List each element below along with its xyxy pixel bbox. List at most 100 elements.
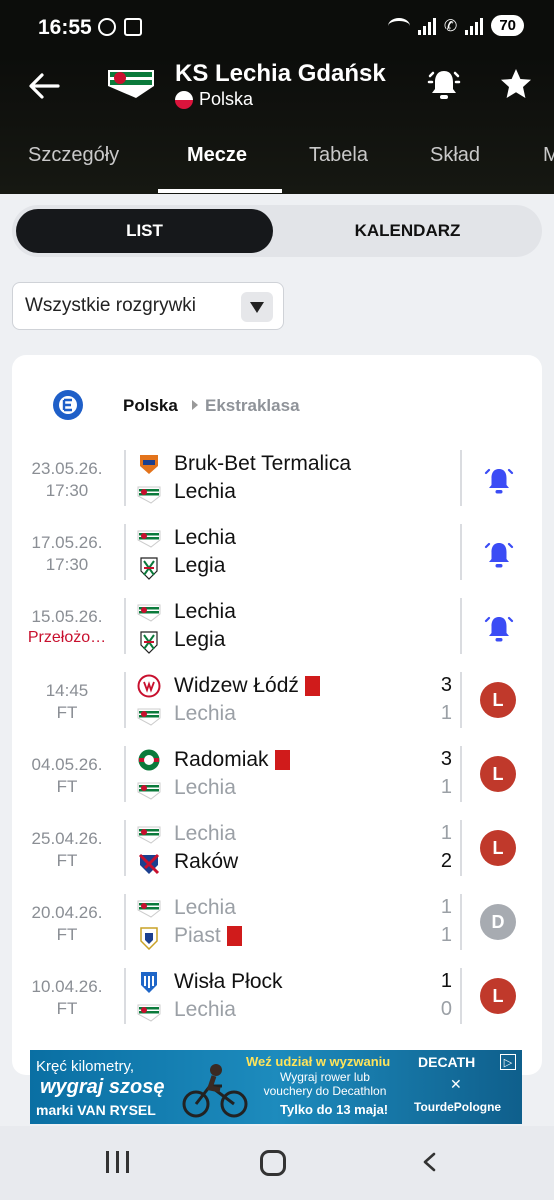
match-row[interactable]: 04.05.26. FT Radomiak Lechia 3 1 L [12,746,542,820]
divider [124,820,126,876]
red-card-icon [304,676,320,696]
recent-apps-icon[interactable] [106,1151,129,1173]
match-date: 23.05.26. [31,459,103,478]
match-date: 14:45 [45,681,89,700]
status-right: ✆ 70 [387,15,524,36]
ad-banner[interactable]: Kręć kilometry, wygraj szosę marki VAN R… [30,1050,522,1124]
divider [460,968,462,1024]
divider [460,450,462,506]
ad-sponsor: DECATH [418,1054,476,1070]
result-badge-loss: L [480,682,516,718]
whatsapp-icon [98,18,116,36]
match-row[interactable]: 14:45 FT Widzew Łódź Lechia 3 1 L [12,672,542,746]
bell-icon[interactable] [424,64,464,104]
rakow-logo-icon [138,853,160,875]
status-time: 16:55 [38,16,92,39]
match-row[interactable]: 17.05.26. 17:30 Lechia Legia [12,524,542,598]
tab-mecze[interactable]: Mecze [187,144,247,167]
tab-sklad[interactable]: Skład [430,144,480,167]
home-score: 3 [440,674,452,696]
nav-back-icon[interactable] [420,1152,440,1172]
match-row[interactable]: 15.05.26. Przełożo… Lechia Legia [12,598,542,672]
calendar-view-button[interactable]: KALENDARZ [277,209,538,253]
ad-body: Wygraj rower lub vouchery do Decathlon [263,1070,387,1098]
home-team-name: Wisła Płock [174,970,283,993]
away-score: 1 [440,924,452,946]
home-team: Lechia [174,600,236,624]
home-team: Lechia [174,822,236,846]
league-name[interactable]: Ekstraklasa [205,396,300,416]
home-icon[interactable] [260,1150,286,1176]
view-toggle: LIST KALENDARZ [12,205,542,257]
home-team-name: Lechia [174,526,236,549]
lechia-logo-icon [137,486,161,504]
divider [460,746,462,802]
match-row[interactable]: 25.04.26. FT Lechia Raków 1 2 L [12,820,542,894]
tab-tabela[interactable]: Tabela [309,144,368,167]
away-team-name: Raków [174,850,239,873]
volte-call-icon: ✆ [443,17,458,35]
match-status: FT [56,999,78,1018]
favorite-star-icon[interactable] [496,64,536,104]
lechia-logo-icon [137,826,161,844]
home-team: Widzew Łódź [174,674,320,698]
result-badge-draw: D [480,904,516,940]
match-row[interactable]: 23.05.26. 17:30 Bruk-Bet Termalica Lechi… [12,450,542,524]
tab-szczegoly[interactable]: Szczegóły [28,144,119,167]
match-status: FT [56,703,78,722]
home-team: Bruk-Bet Termalica [174,452,351,476]
match-time: 17:30 [45,555,89,574]
legia-logo-icon [140,557,158,580]
red-card-icon [274,750,290,770]
match-row[interactable]: 10.04.26. FT Wisła Płock Lechia 1 0 L [12,968,542,1042]
divider [124,524,126,580]
match-date: 20.04.26. [31,903,103,922]
divider [460,598,462,654]
away-team-name: Lechia [174,776,236,799]
divider [124,894,126,950]
wisla-plock-logo-icon [141,972,157,993]
wifi-icon [387,17,410,34]
back-arrow-icon[interactable] [24,66,64,106]
away-team-name: Legia [174,554,226,577]
away-score: 1 [440,776,452,798]
divider [124,450,126,506]
ad-close-icon[interactable]: ✕ [450,1076,462,1093]
ad-brand: marki VAN RYSEL [36,1102,156,1118]
competition-filter-select[interactable]: Wszystkie rozgrywki [12,282,284,330]
away-score: 0 [440,998,452,1020]
match-status: FT [56,777,78,796]
lechia-logo-icon [137,782,161,800]
ad-event: TourdePologne [414,1100,502,1114]
ad-headline: Weź udział w wyzwaniu [246,1054,391,1069]
away-team: Legia [174,628,225,652]
match-status: FT [56,925,78,944]
list-view-button[interactable]: LIST [16,209,273,253]
away-team: Lechia [174,480,236,504]
lechia-logo-icon [137,900,161,918]
away-team: Piast [174,924,242,948]
tab-more[interactable]: M [543,144,554,167]
lechia-logo-icon [137,1004,161,1022]
ad-line1: Kręć kilometry, [36,1058,135,1075]
away-team-name: Lechia [174,480,236,503]
poland-flag-icon [175,90,193,109]
notification-bell-icon[interactable] [482,612,516,646]
divider [460,820,462,876]
match-row[interactable]: 20.04.26. FT Lechia Piast 1 1 D [12,894,542,968]
ad-choices-icon[interactable]: ▷ [500,1054,516,1070]
active-tab-indicator [158,189,282,193]
away-team-name: Legia [174,628,226,651]
notification-bell-icon[interactable] [482,464,516,498]
notification-bell-icon[interactable] [482,538,516,572]
lechia-logo-icon [137,708,161,726]
divider [460,672,462,728]
result-badge-loss: L [480,830,516,866]
home-team: Wisła Płock [174,970,283,994]
red-card-icon [226,926,242,946]
cyclist-icon [182,1064,248,1118]
ekstraklasa-logo-icon [53,390,83,420]
signal-icon-2 [465,17,484,35]
home-team-name: Lechia [174,822,236,845]
away-team-name: Lechia [174,702,236,725]
